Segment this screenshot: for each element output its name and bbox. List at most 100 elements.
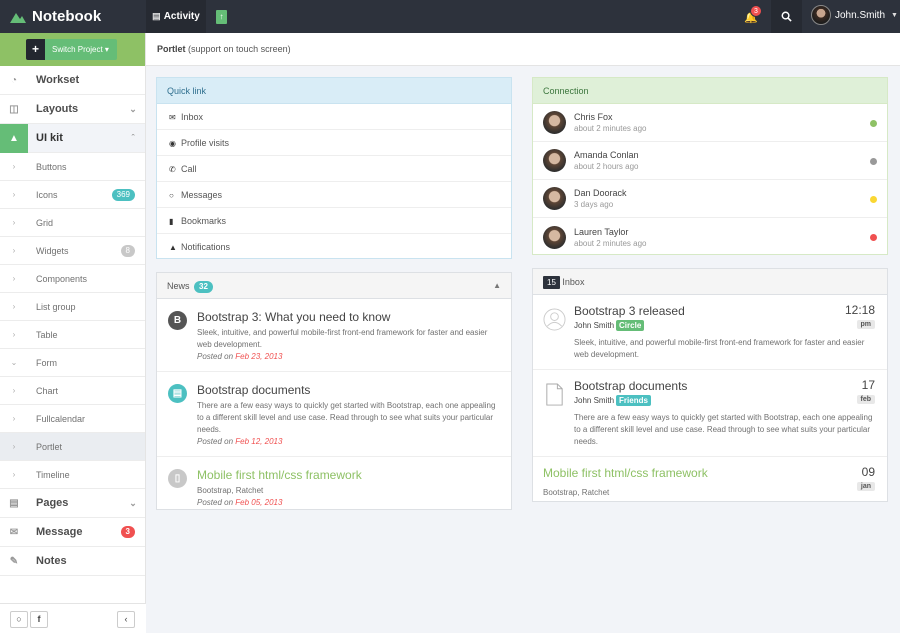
sidebar-subitem-chart[interactable]: › Chart [0,377,145,405]
connection-time: about 2 hours ago [574,162,639,171]
bookmark-icon: ▮ [169,217,174,226]
quick-link-messages[interactable]: ○ Messages [157,182,511,208]
quick-link-panel: Quick link ✉ Inbox ◉ Profile visits ✆ Call … [156,77,512,259]
sidebar-subitem-components[interactable]: › Components [0,265,145,293]
date-sub: jan [856,482,875,491]
sidebar-subitem-widgets[interactable]: › Widgets 8 [0,237,145,265]
news-item-body: Sleek, intuitive, and powerful mobile-fi… [197,328,488,349]
news-item[interactable]: ▯ Mobile first html/css framework Bootst… [157,457,511,517]
document-icon: ▤ [152,11,161,21]
sidebar-item-message[interactable]: ✉ Message 3 [0,518,145,547]
inbox-count-badge: 15 [543,276,560,289]
inbox-item-date: 12:18 pm [845,303,875,329]
news-item-title[interactable]: Mobile first html/css framework [197,468,501,482]
date-sub: feb [856,395,875,404]
sidebar-item-pages[interactable]: ▤ Pages ⌄ [0,489,145,518]
subitem-label: List group [36,301,76,312]
quick-link-label: Inbox [181,112,204,122]
inbox-item-title[interactable]: Mobile first html/css framework [543,466,875,480]
connection-item[interactable]: Chris Fox about 2 minutes ago [533,104,887,142]
sidebar-subitem-form[interactable]: ⌄ Form [0,349,145,377]
connection-item[interactable]: Lauren Taylor about 2 minutes ago [533,218,887,256]
subitem-label: Buttons [36,161,67,172]
sidebar-item-notes[interactable]: ✎ Notes [0,547,145,576]
inbox-heading: 15 Inbox [533,269,887,295]
inbox-item[interactable]: Mobile first html/css framework Bootstra… [533,457,887,507]
connection-time: about 2 minutes ago [574,124,647,133]
sidebar-item-layouts[interactable]: ◫ Layouts ⌄ [0,95,145,124]
status-dot [870,120,877,127]
inbox-item-author: John Smith [574,321,615,330]
chevron-down-icon: ⌄ [129,497,137,508]
flag-icon[interactable]: ↑ [216,10,227,24]
quick-link-bookmarks[interactable]: ▮ Bookmarks [157,208,511,234]
news-item-body: There are a few easy ways to quickly get… [197,401,496,434]
connection-item[interactable]: Amanda Conlan about 2 hours ago [533,142,887,180]
subitem-label: Portlet [36,441,63,452]
top-navbar: Notebook ▤ Activity ↑ 🔔 3 John.Smith ▼ [0,0,900,33]
chevron-right-icon: › [12,442,16,451]
circle-tag: Circle [616,320,645,331]
sidebar-item-workset[interactable]: ◔ Workset [0,66,145,95]
collapse-icon[interactable]: ▲ [493,273,501,299]
connection-panel: Connection Chris Fox about 2 minutes ago … [532,77,888,255]
quick-link-profile-visits[interactable]: ◉ Profile visits [157,130,511,156]
subitem-label: Timeline [36,469,70,480]
sidebar-subitem-icons[interactable]: › Icons 369 [0,181,145,209]
chevron-right-icon: › [12,330,16,339]
inbox-item[interactable]: Bootstrap 3 released John Smith Circle Sl… [533,295,887,370]
sidebar-subitem-table[interactable]: › Table [0,321,145,349]
sidebar-subitem-timeline[interactable]: › Timeline [0,461,145,489]
sidebar-item-label: Message [36,526,83,538]
news-item-posted: Posted on Feb 12, 2013 [197,437,501,446]
brand[interactable]: Notebook [0,0,146,33]
collapse-sidebar-icon[interactable]: ‹ [117,611,135,628]
sidebar-subitem-portlet[interactable]: › Portlet [0,433,145,461]
envelope-icon: ✉ [169,113,176,122]
news-item-title[interactable]: Bootstrap 3: What you need to know [197,310,501,324]
avatar [543,149,566,172]
inbox-item-title[interactable]: Bootstrap 3 released [574,304,875,318]
sidebar-item-ui-kit[interactable]: ▲ UI kit ˆ [0,123,145,153]
sidebar-item-label: Pages [36,497,69,509]
date-main: 17 [861,378,875,392]
quick-link-call[interactable]: ✆ Call [157,156,511,182]
connection-time: 3 days ago [574,200,614,209]
inbox-item-title[interactable]: Bootstrap documents [574,379,875,393]
search-icon[interactable] [771,0,802,33]
sidebar-footer: ○ f ‹ [0,603,146,633]
date-main: 09 [861,465,875,479]
sidebar: + Switch Project ▾ ◔ Workset ◫ Layouts ⌄… [0,33,146,633]
inbox-item-body: Sleek, intuitive, and powerful mobile-fi… [574,338,865,359]
sidebar-subitem-grid[interactable]: › Grid [0,209,145,237]
subitem-label: Fullcalendar [36,413,86,424]
activity-tab[interactable]: ▤ Activity [146,0,206,33]
user-menu[interactable]: John.Smith ▼ [811,5,898,25]
sidebar-item-label: Notes [36,555,67,567]
quick-link-label: Messages [181,190,223,200]
quick-link-notifications[interactable]: ▲ Notifications [157,234,511,260]
facebook-icon[interactable]: f [30,611,48,628]
avatar [543,187,566,210]
posted-date: Feb 23, 2013 [235,352,283,361]
news-item[interactable]: ▤ Bootstrap documents There are a few ea… [157,372,511,457]
sidebar-subitem-buttons[interactable]: › Buttons [0,153,145,181]
sidebar-subitem-fullcalendar[interactable]: › Fullcalendar [0,405,145,433]
connection-item[interactable]: Dan Doorack 3 days ago [533,180,887,218]
page-header: Portlet (support on touch screen) [146,33,900,66]
document-icon: ▤ [168,384,187,403]
subitem-label: Form [36,357,57,368]
sidebar-subitem-list-group[interactable]: › List group [0,293,145,321]
chat-icon[interactable]: ○ [10,611,28,628]
inbox-item[interactable]: Bootstrap documents John Smith Friends Th… [533,370,887,457]
inbox-panel: 15 Inbox Bootstrap 3 released John Smith… [532,268,888,502]
quick-link-label: Profile visits [181,138,230,148]
news-item[interactable]: B Bootstrap 3: What you need to know Sle… [157,299,511,372]
status-dot [870,196,877,203]
quick-link-inbox[interactable]: ✉ Inbox [157,104,511,130]
switch-project-button[interactable]: + Switch Project ▾ [26,39,117,60]
activity-label: Activity [163,11,200,22]
quick-link-label: Notifications [181,242,231,252]
news-item-title[interactable]: Bootstrap documents [197,383,501,397]
posted-label: Posted on [197,352,234,361]
